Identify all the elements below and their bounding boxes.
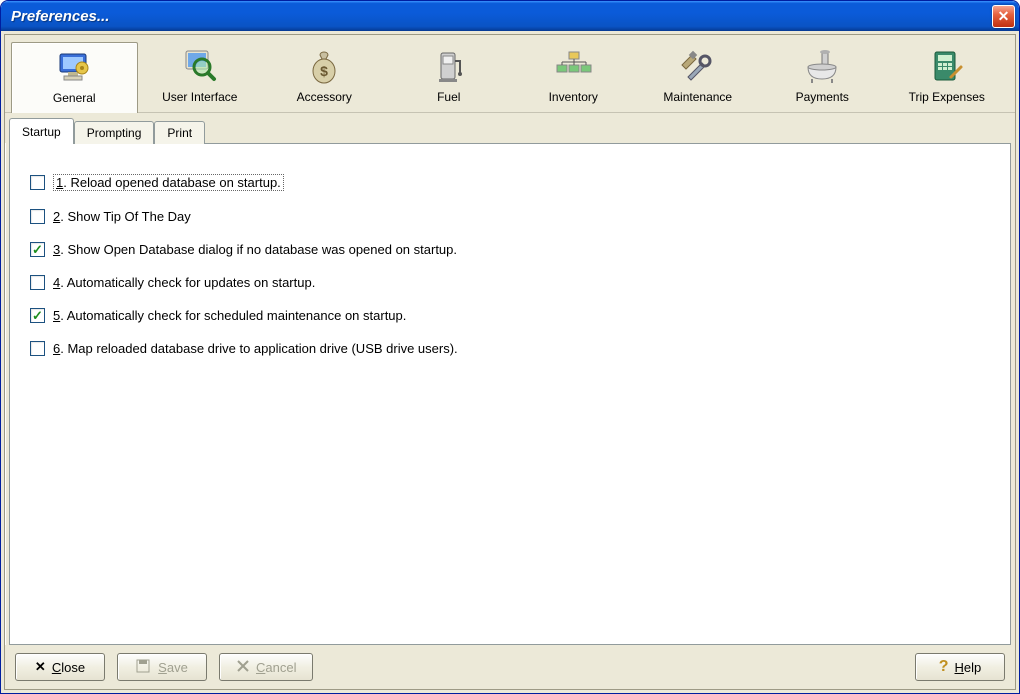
help-button[interactable]: ? Help — [915, 653, 1005, 681]
checkbox-reload-db[interactable] — [30, 175, 45, 190]
inner-panel: General User Interface — [4, 34, 1016, 690]
calculator-icon — [927, 48, 967, 86]
checkbox-check-maintenance[interactable] — [30, 308, 45, 323]
preferences-window: Preferences... ✕ — [0, 0, 1020, 694]
fuel-pump-icon — [429, 48, 469, 86]
toolbar-label: User Interface — [162, 90, 237, 104]
toolbar-item-accessory[interactable]: $ Accessory — [262, 41, 387, 112]
category-toolbar: General User Interface — [5, 35, 1015, 113]
toolbar-label: Trip Expenses — [909, 90, 985, 104]
screen-magnify-icon — [180, 48, 220, 86]
button-label: Close — [52, 660, 85, 675]
cancel-icon — [236, 659, 250, 676]
option-label: 1. Reload opened database on startup. — [53, 174, 284, 191]
option-label: 5. Automatically check for scheduled mai… — [53, 308, 406, 323]
checkbox-open-db-dialog[interactable] — [30, 242, 45, 257]
option-row-2: 2. Show Tip Of The Day — [30, 209, 990, 224]
option-label: 4. Automatically check for updates on st… — [53, 275, 315, 290]
close-button[interactable]: ✕ Close — [15, 653, 105, 681]
toolbar-item-fuel[interactable]: Fuel — [387, 41, 512, 112]
tab-strip: Startup Prompting Print — [5, 113, 1015, 143]
cancel-button[interactable]: Cancel — [219, 653, 313, 681]
org-chart-icon — [553, 48, 593, 86]
option-row-6: 6. Map reloaded database drive to applic… — [30, 341, 990, 356]
button-bar: ✕ Close Save Cancel ? — [5, 645, 1015, 689]
monitor-gear-icon — [54, 49, 94, 87]
option-label: 6. Map reloaded database drive to applic… — [53, 341, 458, 356]
tools-icon — [678, 48, 718, 86]
bathtub-icon — [802, 48, 842, 86]
tab-prompting[interactable]: Prompting — [74, 121, 155, 144]
window-close-button[interactable]: ✕ — [992, 5, 1015, 28]
window-body: General User Interface — [1, 31, 1019, 693]
option-label: 2. Show Tip Of The Day — [53, 209, 191, 224]
option-row-5: 5. Automatically check for scheduled mai… — [30, 308, 990, 323]
option-row-1: 1. Reload opened database on startup. — [30, 174, 990, 191]
help-icon: ? — [939, 658, 949, 676]
toolbar-item-trip-expenses[interactable]: Trip Expenses — [885, 41, 1010, 112]
close-icon: ✕ — [998, 8, 1010, 25]
toolbar-label: Payments — [796, 90, 849, 104]
toolbar-label: Inventory — [549, 90, 598, 104]
save-icon — [136, 659, 152, 676]
toolbar-label: Maintenance — [663, 90, 732, 104]
save-button[interactable]: Save — [117, 653, 207, 681]
button-label: Cancel — [256, 660, 296, 675]
button-label: Help — [955, 660, 982, 675]
option-label: 3. Show Open Database dialog if no datab… — [53, 242, 457, 257]
x-icon: ✕ — [35, 659, 46, 675]
toolbar-item-general[interactable]: General — [11, 42, 138, 113]
svg-text:$: $ — [320, 63, 328, 79]
toolbar-item-payments[interactable]: Payments — [760, 41, 885, 112]
option-row-3: 3. Show Open Database dialog if no datab… — [30, 242, 990, 257]
checkbox-tip-of-day[interactable] — [30, 209, 45, 224]
toolbar-item-user-interface[interactable]: User Interface — [138, 41, 263, 112]
window-title: Preferences... — [11, 8, 109, 25]
titlebar[interactable]: Preferences... ✕ — [1, 1, 1019, 31]
tab-print[interactable]: Print — [154, 121, 205, 144]
button-label: Save — [158, 660, 188, 675]
toolbar-label: General — [53, 91, 96, 105]
money-bag-icon: $ — [304, 48, 344, 86]
toolbar-label: Accessory — [297, 90, 352, 104]
checkbox-check-updates[interactable] — [30, 275, 45, 290]
toolbar-label: Fuel — [437, 90, 460, 104]
toolbar-item-inventory[interactable]: Inventory — [511, 41, 636, 112]
tab-content: 1. Reload opened database on startup. 2.… — [9, 143, 1011, 645]
checkbox-map-drive[interactable] — [30, 341, 45, 356]
toolbar-item-maintenance[interactable]: Maintenance — [636, 41, 761, 112]
option-row-4: 4. Automatically check for updates on st… — [30, 275, 990, 290]
tab-startup[interactable]: Startup — [9, 118, 74, 144]
